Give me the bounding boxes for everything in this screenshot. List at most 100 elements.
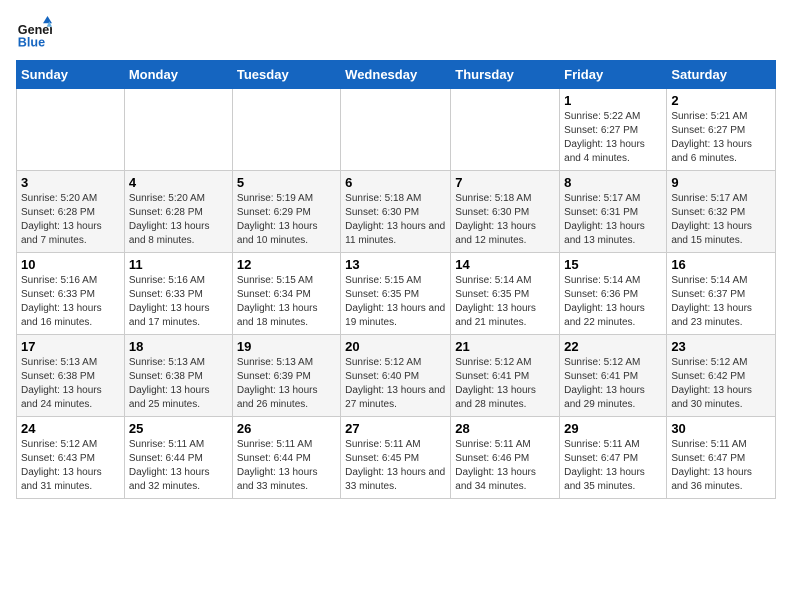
day-cell: 25 Sunrise: 5:11 AM Sunset: 6:44 PM Dayli… <box>124 417 232 499</box>
day-info: Sunrise: 5:20 AM Sunset: 6:28 PM Dayligh… <box>21 192 120 248</box>
day-number: 20 <box>345 339 446 354</box>
day-info: Sunrise: 5:22 AM Sunset: 6:27 PM Dayligh… <box>564 110 662 166</box>
day-info: Sunrise: 5:18 AM Sunset: 6:30 PM Dayligh… <box>345 192 446 248</box>
day-number: 22 <box>564 339 662 354</box>
day-cell: 10 Sunrise: 5:16 AM Sunset: 6:33 PM Dayli… <box>17 253 125 335</box>
day-info: Sunrise: 5:11 AM Sunset: 6:45 PM Dayligh… <box>345 438 446 494</box>
day-number: 11 <box>129 257 228 272</box>
day-info: Sunrise: 5:19 AM Sunset: 6:29 PM Dayligh… <box>237 192 336 248</box>
day-cell <box>124 89 232 171</box>
day-info: Sunrise: 5:14 AM Sunset: 6:35 PM Dayligh… <box>455 274 555 330</box>
day-info: Sunrise: 5:14 AM Sunset: 6:37 PM Dayligh… <box>671 274 771 330</box>
day-info: Sunrise: 5:20 AM Sunset: 6:28 PM Dayligh… <box>129 192 228 248</box>
svg-text:Blue: Blue <box>18 36 45 50</box>
day-cell: 14 Sunrise: 5:14 AM Sunset: 6:35 PM Dayli… <box>451 253 560 335</box>
day-number: 14 <box>455 257 555 272</box>
day-number: 1 <box>564 93 662 108</box>
day-cell: 5 Sunrise: 5:19 AM Sunset: 6:29 PM Daylig… <box>232 171 340 253</box>
day-cell: 3 Sunrise: 5:20 AM Sunset: 6:28 PM Daylig… <box>17 171 125 253</box>
day-info: Sunrise: 5:12 AM Sunset: 6:40 PM Dayligh… <box>345 356 446 412</box>
day-number: 27 <box>345 421 446 436</box>
header-cell-friday: Friday <box>560 61 667 89</box>
week-row-1: 1 Sunrise: 5:22 AM Sunset: 6:27 PM Daylig… <box>17 89 776 171</box>
day-info: Sunrise: 5:11 AM Sunset: 6:47 PM Dayligh… <box>564 438 662 494</box>
day-cell: 19 Sunrise: 5:13 AM Sunset: 6:39 PM Dayli… <box>232 335 340 417</box>
day-number: 5 <box>237 175 336 190</box>
header: General Blue <box>16 16 776 52</box>
week-row-2: 3 Sunrise: 5:20 AM Sunset: 6:28 PM Daylig… <box>17 171 776 253</box>
header-cell-wednesday: Wednesday <box>341 61 451 89</box>
day-number: 28 <box>455 421 555 436</box>
day-number: 17 <box>21 339 120 354</box>
day-number: 19 <box>237 339 336 354</box>
day-number: 4 <box>129 175 228 190</box>
day-cell: 11 Sunrise: 5:16 AM Sunset: 6:33 PM Dayli… <box>124 253 232 335</box>
header-cell-saturday: Saturday <box>667 61 776 89</box>
day-number: 18 <box>129 339 228 354</box>
day-cell: 26 Sunrise: 5:11 AM Sunset: 6:44 PM Dayli… <box>232 417 340 499</box>
day-info: Sunrise: 5:12 AM Sunset: 6:42 PM Dayligh… <box>671 356 771 412</box>
day-number: 2 <box>671 93 771 108</box>
day-cell <box>451 89 560 171</box>
day-number: 10 <box>21 257 120 272</box>
day-number: 16 <box>671 257 771 272</box>
calendar-table: SundayMondayTuesdayWednesdayThursdayFrid… <box>16 60 776 499</box>
week-row-4: 17 Sunrise: 5:13 AM Sunset: 6:38 PM Dayli… <box>17 335 776 417</box>
day-cell <box>341 89 451 171</box>
day-number: 24 <box>21 421 120 436</box>
day-info: Sunrise: 5:16 AM Sunset: 6:33 PM Dayligh… <box>129 274 228 330</box>
calendar-body: 1 Sunrise: 5:22 AM Sunset: 6:27 PM Daylig… <box>17 89 776 499</box>
day-info: Sunrise: 5:11 AM Sunset: 6:44 PM Dayligh… <box>237 438 336 494</box>
logo: General Blue <box>16 16 52 52</box>
day-cell: 2Sunrise: 5:21 AM Sunset: 6:27 PM Daylig… <box>667 89 776 171</box>
day-info: Sunrise: 5:17 AM Sunset: 6:32 PM Dayligh… <box>671 192 771 248</box>
day-info: Sunrise: 5:17 AM Sunset: 6:31 PM Dayligh… <box>564 192 662 248</box>
day-cell: 15Sunrise: 5:14 AM Sunset: 6:36 PM Dayli… <box>560 253 667 335</box>
day-info: Sunrise: 5:16 AM Sunset: 6:33 PM Dayligh… <box>21 274 120 330</box>
day-number: 3 <box>21 175 120 190</box>
day-cell: 22 Sunrise: 5:12 AM Sunset: 6:41 PM Dayli… <box>560 335 667 417</box>
day-cell: 24Sunrise: 5:12 AM Sunset: 6:43 PM Dayli… <box>17 417 125 499</box>
day-number: 23 <box>671 339 771 354</box>
day-info: Sunrise: 5:11 AM Sunset: 6:44 PM Dayligh… <box>129 438 228 494</box>
day-cell: 18 Sunrise: 5:13 AM Sunset: 6:38 PM Dayli… <box>124 335 232 417</box>
day-number: 21 <box>455 339 555 354</box>
day-cell: 9 Sunrise: 5:17 AM Sunset: 6:32 PM Daylig… <box>667 171 776 253</box>
day-info: Sunrise: 5:18 AM Sunset: 6:30 PM Dayligh… <box>455 192 555 248</box>
day-info: Sunrise: 5:11 AM Sunset: 6:46 PM Dayligh… <box>455 438 555 494</box>
day-info: Sunrise: 5:13 AM Sunset: 6:38 PM Dayligh… <box>129 356 228 412</box>
day-info: Sunrise: 5:13 AM Sunset: 6:38 PM Dayligh… <box>21 356 120 412</box>
day-cell: 27 Sunrise: 5:11 AM Sunset: 6:45 PM Dayli… <box>341 417 451 499</box>
day-cell: 23 Sunrise: 5:12 AM Sunset: 6:42 PM Dayli… <box>667 335 776 417</box>
day-cell: 30Sunrise: 5:11 AM Sunset: 6:47 PM Dayli… <box>667 417 776 499</box>
day-info: Sunrise: 5:11 AM Sunset: 6:47 PM Dayligh… <box>671 438 771 494</box>
day-number: 13 <box>345 257 446 272</box>
header-cell-tuesday: Tuesday <box>232 61 340 89</box>
day-cell <box>17 89 125 171</box>
day-cell <box>232 89 340 171</box>
day-number: 25 <box>129 421 228 436</box>
day-info: Sunrise: 5:12 AM Sunset: 6:41 PM Dayligh… <box>564 356 662 412</box>
day-cell: 7Sunrise: 5:18 AM Sunset: 6:30 PM Daylig… <box>451 171 560 253</box>
day-info: Sunrise: 5:13 AM Sunset: 6:39 PM Dayligh… <box>237 356 336 412</box>
week-row-3: 10 Sunrise: 5:16 AM Sunset: 6:33 PM Dayli… <box>17 253 776 335</box>
day-number: 9 <box>671 175 771 190</box>
day-info: Sunrise: 5:12 AM Sunset: 6:41 PM Dayligh… <box>455 356 555 412</box>
day-number: 8 <box>564 175 662 190</box>
day-info: Sunrise: 5:15 AM Sunset: 6:34 PM Dayligh… <box>237 274 336 330</box>
day-cell: 6 Sunrise: 5:18 AM Sunset: 6:30 PM Daylig… <box>341 171 451 253</box>
day-cell: 12 Sunrise: 5:15 AM Sunset: 6:34 PM Dayli… <box>232 253 340 335</box>
day-info: Sunrise: 5:14 AM Sunset: 6:36 PM Dayligh… <box>564 274 662 330</box>
day-info: Sunrise: 5:15 AM Sunset: 6:35 PM Dayligh… <box>345 274 446 330</box>
day-number: 26 <box>237 421 336 436</box>
day-cell: 13 Sunrise: 5:15 AM Sunset: 6:35 PM Dayli… <box>341 253 451 335</box>
day-number: 6 <box>345 175 446 190</box>
day-cell: 20 Sunrise: 5:12 AM Sunset: 6:40 PM Dayli… <box>341 335 451 417</box>
day-cell: 1 Sunrise: 5:22 AM Sunset: 6:27 PM Daylig… <box>560 89 667 171</box>
day-cell: 4 Sunrise: 5:20 AM Sunset: 6:28 PM Daylig… <box>124 171 232 253</box>
day-cell: 8 Sunrise: 5:17 AM Sunset: 6:31 PM Daylig… <box>560 171 667 253</box>
logo-icon: General Blue <box>16 16 52 52</box>
header-cell-thursday: Thursday <box>451 61 560 89</box>
day-cell: 21 Sunrise: 5:12 AM Sunset: 6:41 PM Dayli… <box>451 335 560 417</box>
day-number: 12 <box>237 257 336 272</box>
